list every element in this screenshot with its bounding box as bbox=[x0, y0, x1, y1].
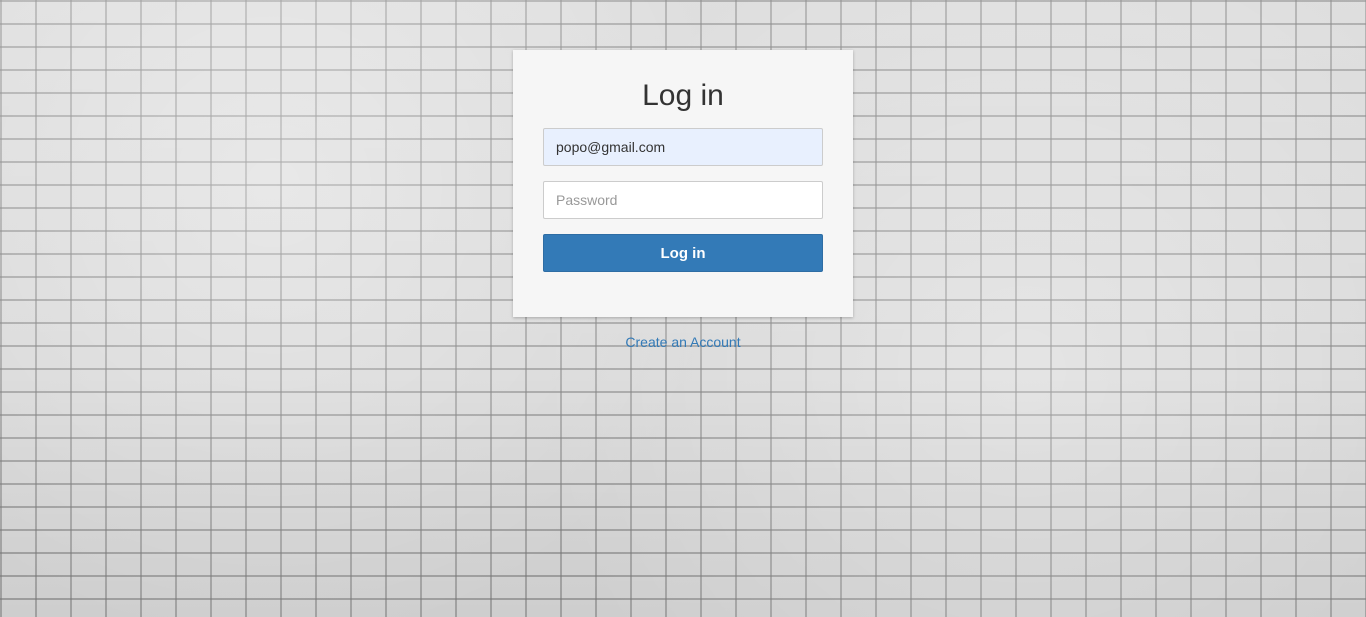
login-button[interactable]: Log in bbox=[543, 234, 823, 272]
password-input[interactable] bbox=[543, 181, 823, 219]
login-card: Log in Log in bbox=[513, 50, 853, 317]
create-account-link[interactable]: Create an Account bbox=[513, 333, 853, 351]
email-input[interactable] bbox=[543, 128, 823, 166]
login-title: Log in bbox=[642, 79, 724, 112]
